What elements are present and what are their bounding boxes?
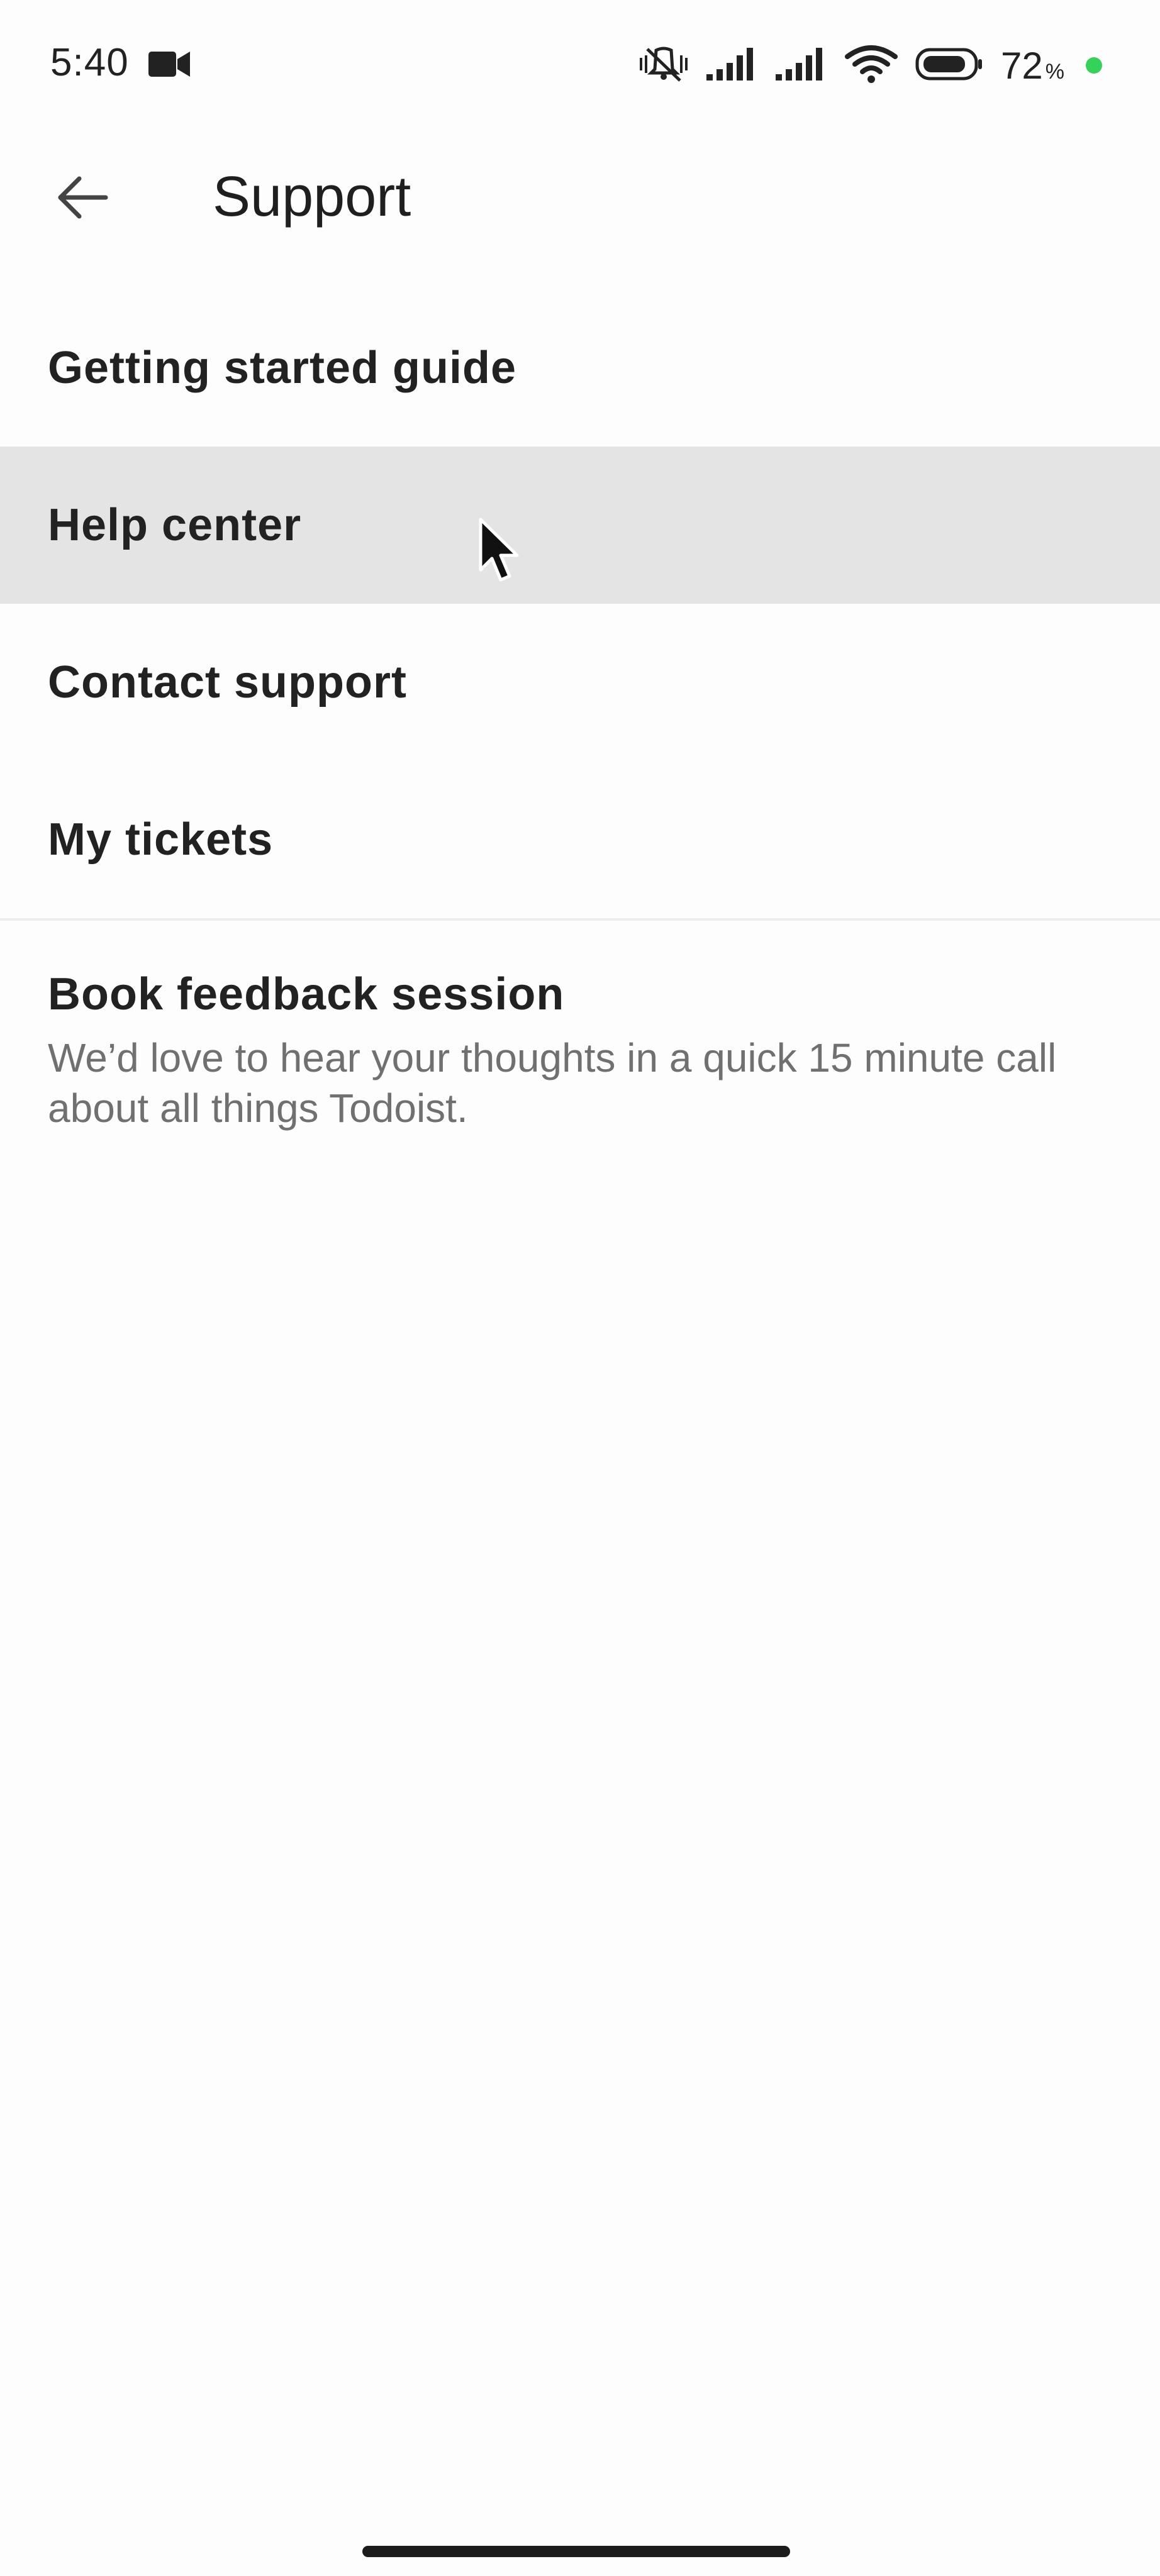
page-title: Support (213, 165, 411, 228)
feedback-title: Book feedback session (48, 969, 565, 1019)
status-time: 5:40 (50, 41, 129, 84)
menu-item-label: Help center (48, 500, 302, 550)
menu-item-book-feedback-session[interactable]: Book feedback session We’d love to hear … (0, 921, 1160, 1133)
status-icons: 72 % (639, 43, 1102, 88)
menu-item-label: Getting started guide (48, 343, 517, 393)
battery-percent: 72 (1001, 44, 1043, 87)
battery-icon (915, 48, 983, 84)
signal-icon (706, 47, 758, 85)
app-bar: Support (0, 132, 1160, 258)
battery-unit: % (1045, 59, 1064, 84)
menu-item-label: Contact support (48, 657, 407, 708)
back-button[interactable] (44, 161, 120, 236)
mute-vibrate-icon (639, 44, 689, 87)
menu-item-label: My tickets (48, 814, 274, 865)
video-camera-icon (148, 50, 190, 81)
charging-dot-icon (1086, 57, 1102, 74)
arrow-left-icon (55, 175, 108, 223)
status-bar: 5:40 72 % (0, 0, 1160, 132)
menu-item-contact-support[interactable]: Contact support (0, 604, 1160, 761)
mouse-cursor-icon (478, 517, 522, 589)
menu-item-getting-started-guide[interactable]: Getting started guide (0, 289, 1160, 447)
wifi-icon (845, 44, 898, 87)
menu-item-help-center[interactable]: Help center (0, 447, 1160, 604)
menu-item-my-tickets[interactable]: My tickets (0, 761, 1160, 918)
support-menu: Getting started guide Help center Contac… (0, 289, 1160, 1133)
signal-icon (776, 47, 827, 85)
battery-level: 72 % (1001, 44, 1064, 87)
feedback-description: We’d love to hear your thoughts in a qui… (48, 1035, 1057, 1131)
home-indicator[interactable] (362, 2546, 790, 2557)
